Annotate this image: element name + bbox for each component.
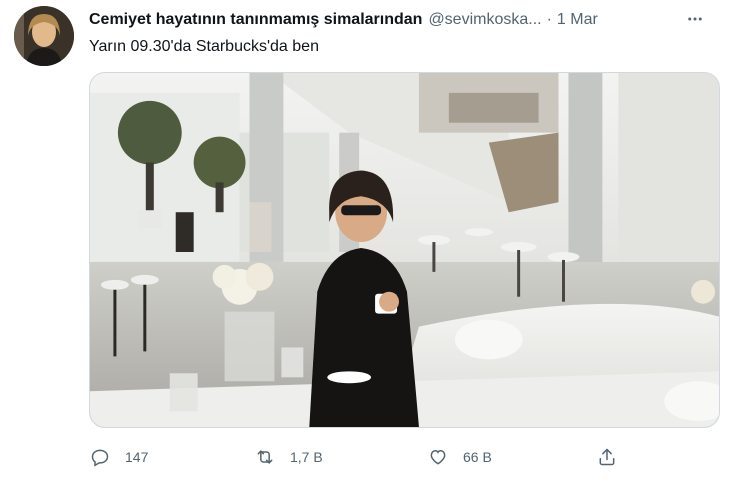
tweet-text: Yarın 09.30'da Starbucks'da ben (89, 38, 319, 55)
tweet-card[interactable]: Cemiyet hayatının tanınmamış simalarında… (0, 0, 733, 483)
retweet-icon (254, 446, 276, 468)
retweet-count: 1,7 B (290, 449, 323, 465)
tweet-actions: 147 1,7 B 66 B (89, 442, 629, 472)
avatar[interactable] (14, 6, 74, 66)
tweet-header: Cemiyet hayatının tanınmamış simalarında… (89, 9, 719, 31)
share-icon (596, 446, 618, 468)
reply-count: 147 (125, 449, 149, 465)
photo-image (90, 73, 719, 427)
tweet-photo[interactable] (89, 72, 720, 428)
retweet-button[interactable]: 1,7 B (254, 442, 323, 472)
share-button[interactable] (596, 442, 618, 472)
heart-icon (427, 446, 449, 468)
separator-dot: · (546, 11, 552, 28)
like-count: 66 B (463, 449, 492, 465)
user-handle[interactable]: @sevimkoska... (428, 11, 541, 29)
reply-button[interactable]: 147 (89, 442, 148, 472)
avatar-image (14, 6, 74, 66)
like-button[interactable]: 66 B (427, 442, 492, 472)
display-name[interactable]: Cemiyet hayatının tanınmamış simalarında… (89, 11, 422, 29)
timestamp[interactable]: 1 Mar (557, 11, 598, 29)
more-options-icon[interactable] (683, 7, 707, 31)
reply-icon (89, 446, 111, 468)
